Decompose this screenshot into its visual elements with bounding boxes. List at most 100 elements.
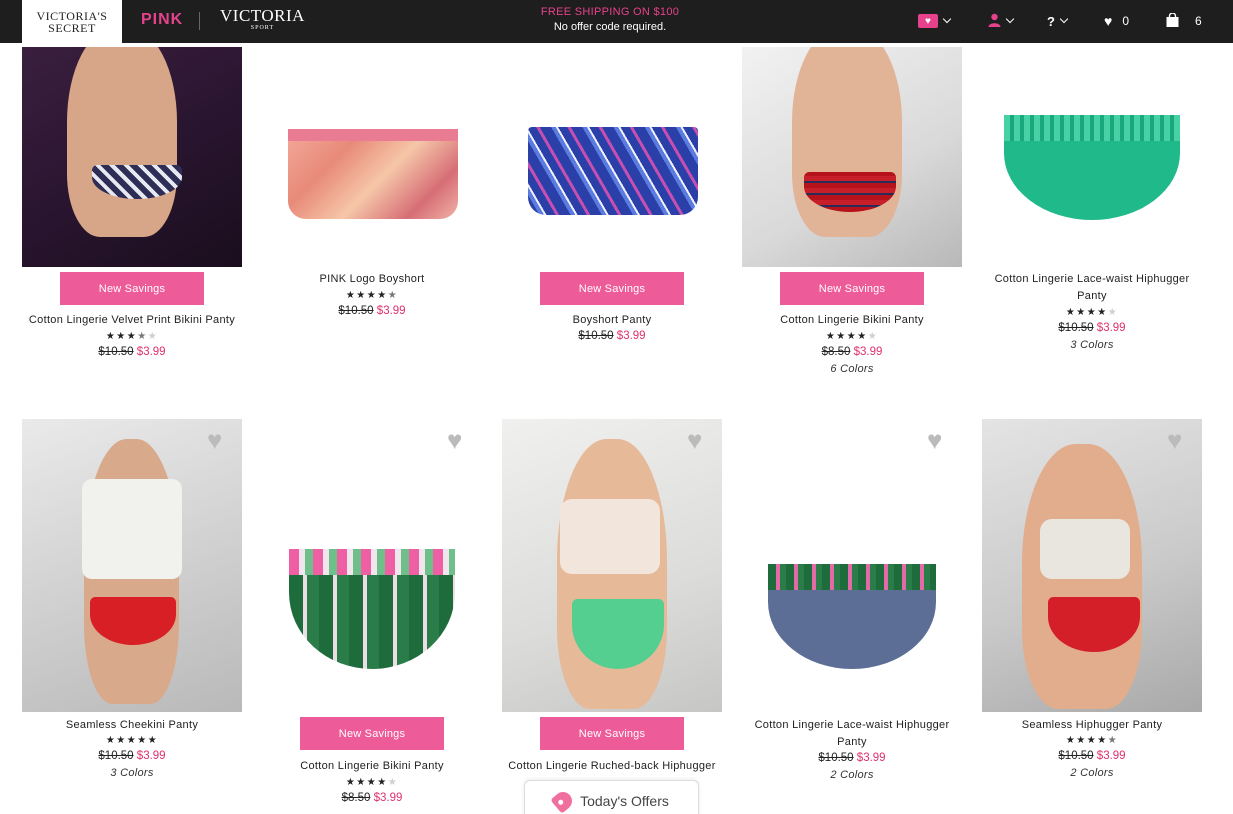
product-image[interactable] <box>262 419 482 712</box>
todays-offers-label: Today's Offers <box>580 792 669 809</box>
product-image[interactable] <box>742 47 962 267</box>
product-card: ♥ Cotton Lingerie Lace-waist Hiphugger Pa… <box>742 419 982 814</box>
product-card: New Savings Cotton Lingerie Bikini Panty… <box>742 47 982 377</box>
product-name[interactable]: Cotton Lingerie Bikini Panty <box>732 312 972 329</box>
star-half: ★ <box>137 331 148 342</box>
chevron-down-icon <box>942 14 952 24</box>
price: $10.50 $3.99 <box>972 322 1212 334</box>
sale-price: $3.99 <box>853 346 883 358</box>
account-menu-button[interactable] <box>988 12 1015 30</box>
product-name[interactable]: Cotton Lingerie Ruched-back Hiphugger <box>492 758 732 775</box>
product-card: ♥ Seamless Cheekini Panty ★★★★★ $10.50 $… <box>22 419 262 814</box>
product-image[interactable] <box>502 419 722 712</box>
logo-line-2: SECRET <box>48 20 96 35</box>
original-price: $10.50 <box>1058 322 1094 334</box>
user-icon <box>988 13 1001 30</box>
original-price: $8.50 <box>821 346 851 358</box>
original-price: $10.50 <box>1058 750 1094 762</box>
victoria-sport-brand-link[interactable]: VICTORIA SPORT <box>220 7 305 35</box>
victorias-secret-logo[interactable]: VICTORIA'S SECRET <box>22 0 122 43</box>
product-card: ♥ Seamless Hiphugger Panty ★★★★★ $10.50 … <box>982 419 1222 814</box>
sale-price: $3.99 <box>136 750 166 762</box>
pink-brand-link[interactable]: PINK <box>141 11 183 29</box>
original-price: $10.50 <box>98 346 134 358</box>
star-half: ★ <box>1107 735 1119 746</box>
product-image[interactable] <box>262 47 482 267</box>
star-empty: ★ <box>1107 307 1119 318</box>
product-name-line-1: Cotton Lingerie Lace-waist Hiphugger <box>754 719 950 731</box>
rating-stars: ★★★★★ <box>12 735 252 746</box>
color-count[interactable]: 2 Colors <box>732 769 972 781</box>
shipping-promo[interactable]: FREE SHIPPING ON $100 No offer code requ… <box>490 5 730 35</box>
product-name[interactable]: Cotton Lingerie Bikini Panty <box>252 758 492 775</box>
rating-stars: ★★★★★ <box>12 331 252 342</box>
product-image[interactable] <box>982 47 1202 267</box>
color-count[interactable]: 6 Colors <box>732 363 972 375</box>
product-image[interactable] <box>982 419 1202 712</box>
brand-divider <box>199 12 200 30</box>
favorite-heart-icon[interactable]: ♥ <box>687 427 702 453</box>
star-filled: ★★★★★ <box>105 735 159 746</box>
product-name[interactable]: PINK Logo Boyshort <box>252 271 492 288</box>
original-price: $10.50 <box>578 330 614 342</box>
star-filled: ★★★ <box>105 331 138 342</box>
favorite-heart-icon[interactable]: ♥ <box>207 427 222 453</box>
product-image[interactable] <box>22 47 242 267</box>
favorite-heart-icon[interactable]: ♥ <box>1167 427 1182 453</box>
favorite-heart-icon[interactable]: ♥ <box>927 427 942 453</box>
product-card: New Savings Boyshort Panty $10.50 $3.99 <box>502 47 742 377</box>
new-savings-button[interactable]: New Savings <box>300 717 444 750</box>
product-name-line-2: Panty <box>1077 290 1107 302</box>
product-card: PINK Logo Boyshort ★★★★★ $10.50 $3.99 <box>262 47 502 377</box>
product-name[interactable]: Seamless Hiphugger Panty <box>972 717 1212 734</box>
product-name-line-1: Cotton Lingerie Lace-waist Hiphugger <box>994 273 1190 285</box>
original-price: $10.50 <box>818 752 854 764</box>
wishlist-menu-button[interactable]: ♥ <box>918 12 952 30</box>
sale-price: $3.99 <box>616 330 646 342</box>
original-price: $8.50 <box>341 792 371 804</box>
new-savings-button[interactable]: New Savings <box>540 717 684 750</box>
shopping-bag-button[interactable]: 6 <box>1166 11 1202 30</box>
price: $8.50 $3.99 <box>252 792 492 804</box>
star-filled: ★★★★ <box>825 331 868 342</box>
product-name[interactable]: Cotton Lingerie Lace-waist Hiphugger Pant… <box>732 717 972 751</box>
sale-price: $3.99 <box>1096 750 1126 762</box>
tag-icon <box>550 787 576 814</box>
bag-count: 6 <box>1195 14 1202 28</box>
heart-outline-icon: ♥ <box>1104 13 1113 29</box>
price: $10.50 $3.99 <box>12 750 252 762</box>
product-image[interactable] <box>502 47 722 267</box>
price: $8.50 $3.99 <box>732 346 972 358</box>
promo-subtext: No offer code required. <box>553 21 667 33</box>
favorite-heart-icon[interactable]: ♥ <box>447 427 462 453</box>
sale-price: $3.99 <box>136 346 166 358</box>
price: $10.50 $3.99 <box>732 752 972 764</box>
sale-price: $3.99 <box>373 792 403 804</box>
help-menu-button[interactable]: ? <box>1047 12 1069 30</box>
todays-offers-tab[interactable]: Today's Offers <box>524 780 699 814</box>
top-navigation-bar: VICTORIA'S SECRET PINK VICTORIA SPORT FR… <box>0 0 1233 43</box>
color-count[interactable]: 2 Colors <box>972 767 1212 779</box>
product-image[interactable] <box>22 419 242 712</box>
favorites-button[interactable]: ♥ 0 <box>1104 12 1129 30</box>
original-price: $10.50 <box>98 750 134 762</box>
rating-stars: ★★★★★ <box>252 777 492 788</box>
product-card: New Savings Cotton Lingerie Velvet Print… <box>22 47 262 377</box>
product-image[interactable] <box>742 419 962 712</box>
color-count[interactable]: 3 Colors <box>972 339 1212 351</box>
new-savings-button[interactable]: New Savings <box>540 272 684 305</box>
product-name[interactable]: Seamless Cheekini Panty <box>12 717 252 734</box>
star-filled: ★★★★ <box>1065 735 1108 746</box>
new-savings-button[interactable]: New Savings <box>60 272 204 305</box>
product-name[interactable]: Cotton Lingerie Velvet Print Bikini Pant… <box>12 312 252 329</box>
product-card: ♥ New Savings Cotton Lingerie Ruched-bac… <box>502 419 742 814</box>
sale-price: $3.99 <box>376 305 406 317</box>
color-count[interactable]: 3 Colors <box>12 767 252 779</box>
star-empty: ★ <box>867 331 879 342</box>
product-name[interactable]: Boyshort Panty <box>492 312 732 329</box>
product-name[interactable]: Cotton Lingerie Lace-waist Hiphugger Pant… <box>972 271 1212 305</box>
shopping-bag-icon <box>1166 11 1179 30</box>
product-card: ♥ New Savings Cotton Lingerie Bikini Pan… <box>262 419 502 814</box>
price: $10.50 $3.99 <box>972 750 1212 762</box>
new-savings-button[interactable]: New Savings <box>780 272 924 305</box>
